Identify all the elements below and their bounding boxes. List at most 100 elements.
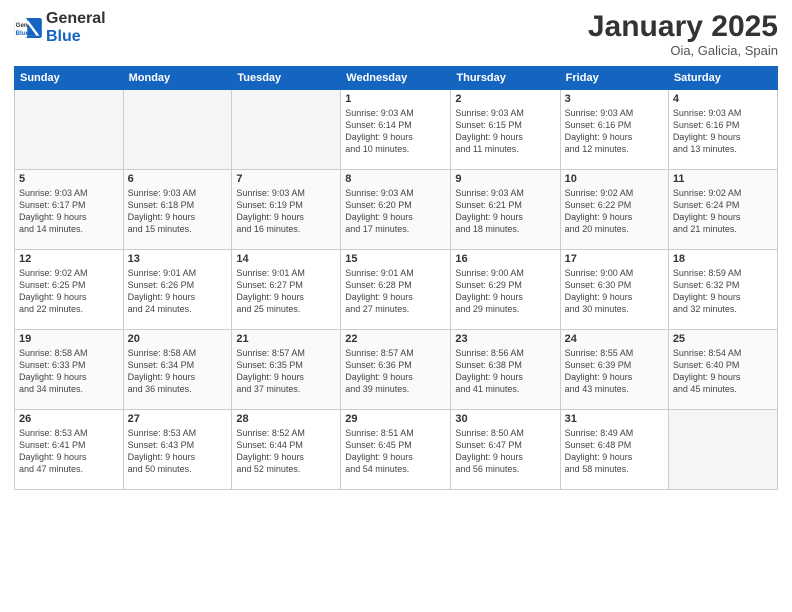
cell-week5-day4: 30Sunrise: 8:50 AM Sunset: 6:47 PM Dayli… (451, 410, 560, 490)
cell-week2-day5: 10Sunrise: 9:02 AM Sunset: 6:22 PM Dayli… (560, 170, 668, 250)
day-info: Sunrise: 9:01 AM Sunset: 6:27 PM Dayligh… (236, 267, 336, 316)
day-number: 23 (455, 333, 555, 345)
logo-blue-text: Blue (46, 28, 106, 46)
day-info: Sunrise: 8:49 AM Sunset: 6:48 PM Dayligh… (565, 427, 664, 476)
week-row-5: 26 Sunrise: 8:53 AM Sunset: 6:41 PM Dayli… (15, 410, 778, 490)
day-info: Sunrise: 9:01 AM Sunset: 6:28 PM Dayligh… (345, 267, 446, 316)
day-info: Sunrise: 9:03 AM Sunset: 6:14 PM Dayligh… (345, 107, 446, 156)
col-wednesday: Wednesday (341, 67, 451, 90)
day-number: 1 (345, 93, 446, 105)
cell-week3-day3: 15 Sunrise: 9:01 AM Sunset: 6:28 PM Dayli… (341, 250, 451, 330)
day-number: 21 (236, 333, 336, 345)
cell-week1-day1 (123, 90, 232, 170)
day-number: 17 (565, 253, 664, 265)
title-block: January 2025 Oia, Galicia, Spain (588, 10, 778, 58)
page: Gen Blue General Blue January 2025 Oia, … (0, 0, 792, 612)
cell-week4-day6: 25 Sunrise: 8:54 AM Sunset: 6:40 PM Dayli… (668, 330, 777, 410)
day-number: 22 (345, 333, 446, 345)
day-number: 3 (565, 93, 664, 105)
col-friday: Friday (560, 67, 668, 90)
cell-week5-day1: 27Sunrise: 8:53 AM Sunset: 6:43 PM Dayli… (123, 410, 232, 490)
day-info: Sunrise: 8:53 AM Sunset: 6:43 PM Dayligh… (128, 427, 228, 476)
cell-week3-day0: 12 Sunrise: 9:02 AM Sunset: 6:25 PM Dayli… (15, 250, 124, 330)
day-info: Sunrise: 8:58 AM Sunset: 6:33 PM Dayligh… (19, 347, 119, 396)
cell-week3-day5: 17 Sunrise: 9:00 AM Sunset: 6:30 PM Dayli… (560, 250, 668, 330)
day-number: 6 (128, 173, 228, 185)
calendar: Sunday Monday Tuesday Wednesday Thursday… (14, 66, 778, 490)
day-info: Sunrise: 8:58 AM Sunset: 6:34 PM Dayligh… (128, 347, 228, 396)
header: Gen Blue General Blue January 2025 Oia, … (14, 10, 778, 58)
day-number: 14 (236, 253, 336, 265)
col-tuesday: Tuesday (232, 67, 341, 90)
calendar-header-row: Sunday Monday Tuesday Wednesday Thursday… (15, 67, 778, 90)
svg-text:Gen: Gen (16, 22, 28, 29)
day-info: Sunrise: 9:03 AM Sunset: 6:21 PM Dayligh… (455, 187, 555, 236)
cell-week2-day3: 8Sunrise: 9:03 AM Sunset: 6:20 PM Daylig… (341, 170, 451, 250)
day-number: 31 (565, 413, 664, 425)
cell-week4-day3: 22 Sunrise: 8:57 AM Sunset: 6:36 PM Dayli… (341, 330, 451, 410)
cell-week2-day1: 6Sunrise: 9:03 AM Sunset: 6:18 PM Daylig… (123, 170, 232, 250)
day-number: 26 (19, 413, 119, 425)
day-number: 16 (455, 253, 555, 265)
cell-week2-day0: 5Sunrise: 9:03 AM Sunset: 6:17 PM Daylig… (15, 170, 124, 250)
cell-week3-day2: 14 Sunrise: 9:01 AM Sunset: 6:27 PM Dayli… (232, 250, 341, 330)
cell-week5-day6 (668, 410, 777, 490)
cell-week4-day4: 23 Sunrise: 8:56 AM Sunset: 6:38 PM Dayli… (451, 330, 560, 410)
day-number: 18 (673, 253, 773, 265)
day-number: 15 (345, 253, 446, 265)
cell-week3-day4: 16 Sunrise: 9:00 AM Sunset: 6:29 PM Dayli… (451, 250, 560, 330)
cell-week1-day3: 1 Sunrise: 9:03 AM Sunset: 6:14 PM Daylig… (341, 90, 451, 170)
col-sunday: Sunday (15, 67, 124, 90)
day-info: Sunrise: 9:00 AM Sunset: 6:29 PM Dayligh… (455, 267, 555, 316)
cell-week1-day4: 2Sunrise: 9:03 AM Sunset: 6:15 PM Daylig… (451, 90, 560, 170)
day-info: Sunrise: 8:57 AM Sunset: 6:35 PM Dayligh… (236, 347, 336, 396)
logo-icon: Gen Blue (14, 18, 42, 38)
logo: Gen Blue General Blue (14, 10, 106, 45)
day-number: 24 (565, 333, 664, 345)
day-number: 9 (455, 173, 555, 185)
day-info: Sunrise: 8:55 AM Sunset: 6:39 PM Dayligh… (565, 347, 664, 396)
day-info: Sunrise: 8:54 AM Sunset: 6:40 PM Dayligh… (673, 347, 773, 396)
col-saturday: Saturday (668, 67, 777, 90)
day-number: 13 (128, 253, 228, 265)
cell-week1-day6: 4Sunrise: 9:03 AM Sunset: 6:16 PM Daylig… (668, 90, 777, 170)
day-info: Sunrise: 9:03 AM Sunset: 6:19 PM Dayligh… (236, 187, 336, 236)
week-row-2: 5Sunrise: 9:03 AM Sunset: 6:17 PM Daylig… (15, 170, 778, 250)
day-info: Sunrise: 8:56 AM Sunset: 6:38 PM Dayligh… (455, 347, 555, 396)
cell-week3-day1: 13Sunrise: 9:01 AM Sunset: 6:26 PM Dayli… (123, 250, 232, 330)
cell-week3-day6: 18 Sunrise: 8:59 AM Sunset: 6:32 PM Dayli… (668, 250, 777, 330)
day-info: Sunrise: 8:53 AM Sunset: 6:41 PM Dayligh… (19, 427, 119, 476)
day-info: Sunrise: 9:02 AM Sunset: 6:22 PM Dayligh… (565, 187, 664, 236)
cell-week1-day2 (232, 90, 341, 170)
day-info: Sunrise: 9:03 AM Sunset: 6:16 PM Dayligh… (565, 107, 664, 156)
cell-week5-day3: 29Sunrise: 8:51 AM Sunset: 6:45 PM Dayli… (341, 410, 451, 490)
day-info: Sunrise: 8:52 AM Sunset: 6:44 PM Dayligh… (236, 427, 336, 476)
location-subtitle: Oia, Galicia, Spain (588, 43, 778, 58)
day-info: Sunrise: 8:51 AM Sunset: 6:45 PM Dayligh… (345, 427, 446, 476)
week-row-4: 19 Sunrise: 8:58 AM Sunset: 6:33 PM Dayli… (15, 330, 778, 410)
col-monday: Monday (123, 67, 232, 90)
month-title: January 2025 (588, 10, 778, 43)
day-info: Sunrise: 8:59 AM Sunset: 6:32 PM Dayligh… (673, 267, 773, 316)
day-number: 12 (19, 253, 119, 265)
day-number: 8 (345, 173, 446, 185)
logo-general-text: General (46, 10, 106, 28)
cell-week2-day2: 7 Sunrise: 9:03 AM Sunset: 6:19 PM Daylig… (232, 170, 341, 250)
day-number: 25 (673, 333, 773, 345)
cell-week2-day6: 11Sunrise: 9:02 AM Sunset: 6:24 PM Dayli… (668, 170, 777, 250)
svg-text:Blue: Blue (16, 30, 30, 37)
day-info: Sunrise: 9:00 AM Sunset: 6:30 PM Dayligh… (565, 267, 664, 316)
day-number: 7 (236, 173, 336, 185)
day-info: Sunrise: 9:02 AM Sunset: 6:25 PM Dayligh… (19, 267, 119, 316)
day-number: 19 (19, 333, 119, 345)
day-info: Sunrise: 9:03 AM Sunset: 6:16 PM Dayligh… (673, 107, 773, 156)
day-info: Sunrise: 8:57 AM Sunset: 6:36 PM Dayligh… (345, 347, 446, 396)
cell-week2-day4: 9 Sunrise: 9:03 AM Sunset: 6:21 PM Daylig… (451, 170, 560, 250)
week-row-3: 12 Sunrise: 9:02 AM Sunset: 6:25 PM Dayli… (15, 250, 778, 330)
cell-week1-day5: 3 Sunrise: 9:03 AM Sunset: 6:16 PM Daylig… (560, 90, 668, 170)
cell-week5-day2: 28Sunrise: 8:52 AM Sunset: 6:44 PM Dayli… (232, 410, 341, 490)
cell-week4-day2: 21 Sunrise: 8:57 AM Sunset: 6:35 PM Dayli… (232, 330, 341, 410)
cell-week5-day0: 26 Sunrise: 8:53 AM Sunset: 6:41 PM Dayli… (15, 410, 124, 490)
day-info: Sunrise: 9:03 AM Sunset: 6:17 PM Dayligh… (19, 187, 119, 236)
cell-week4-day5: 24 Sunrise: 8:55 AM Sunset: 6:39 PM Dayli… (560, 330, 668, 410)
